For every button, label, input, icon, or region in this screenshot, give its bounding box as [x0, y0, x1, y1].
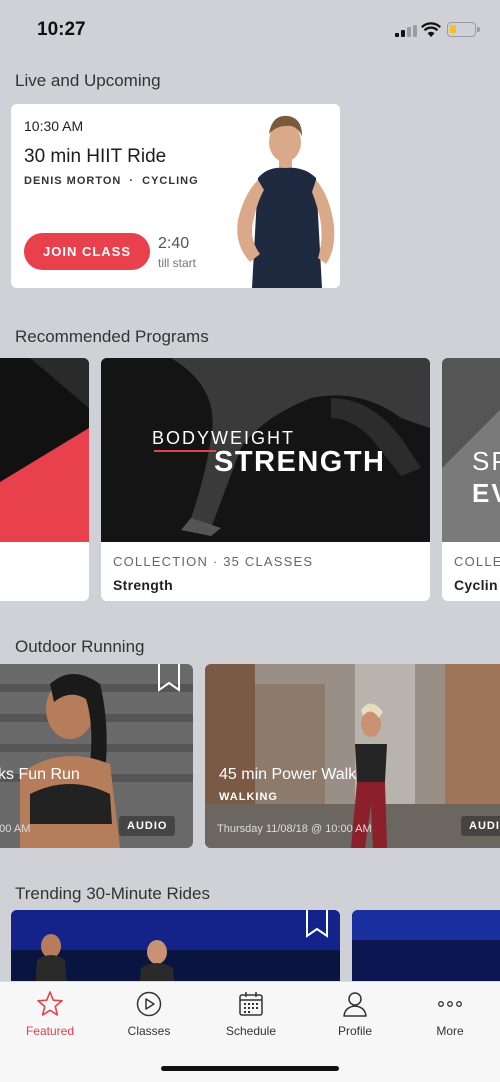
tab-label: Schedule [225, 1024, 277, 1038]
person-icon [343, 992, 367, 1017]
tab-label: Featured [25, 1024, 75, 1038]
tab-label: Profile [337, 1024, 372, 1038]
running-card[interactable]: cks Fun Run 0:00 AM AUDIO [0, 664, 193, 848]
join-class-button[interactable]: JOIN CLASS [24, 233, 150, 270]
running-card-power-walk[interactable]: 45 min Power Walk WALKING Thursday 11/08… [205, 664, 500, 848]
status-time: 10:27 [37, 19, 86, 40]
home-indicator [161, 1066, 339, 1071]
tab-label: More [436, 1024, 464, 1038]
class-discipline: CYCLING [142, 175, 199, 187]
trending-card[interactable] [352, 910, 500, 990]
wifi-icon [421, 22, 441, 37]
live-class-time: 10:30 AM [24, 118, 84, 134]
running-class-type: WALKING [219, 791, 278, 803]
program-card[interactable] [0, 358, 89, 601]
section-title-programs: Recommended Programs [15, 327, 209, 346]
audio-badge: AUDI [461, 816, 500, 836]
program-image [0, 358, 89, 542]
section-title-trending: Trending 30-Minute Rides [15, 884, 210, 903]
countdown-time: 2:40 [158, 235, 190, 252]
tab-profile[interactable]: Profile [315, 990, 395, 1042]
section-title-running: Outdoor Running [15, 637, 145, 656]
running-class-title: 45 min Power Walk [219, 766, 357, 783]
program-name: Cyclin [454, 577, 498, 593]
running-class-title: cks Fun Run [0, 766, 80, 783]
play-circle-icon [136, 991, 162, 1017]
tab-featured[interactable]: Featured [10, 990, 90, 1042]
cellular-signal-icon [395, 25, 417, 37]
trending-card[interactable] [11, 910, 340, 990]
program-card[interactable]: SP EV COLLE Cyclin [442, 358, 500, 601]
meta-separator: · [129, 175, 135, 187]
instructor-photo [216, 104, 340, 288]
live-class-title: 30 min HIIT Ride [24, 146, 167, 167]
tab-label: Classes [127, 1024, 171, 1038]
tab-classes[interactable]: Classes [109, 990, 189, 1042]
more-dots-icon [438, 1001, 462, 1007]
running-class-date: Thursday 11/08/18 @ 10:00 AM [217, 823, 372, 835]
tab-more[interactable]: More [410, 990, 490, 1042]
battery-icon [447, 22, 480, 37]
star-icon [37, 991, 63, 1016]
countdown-label: till start [158, 256, 197, 270]
program-overlay-title: STRENGTH [214, 446, 386, 478]
trending-image [352, 910, 500, 990]
status-bar: 10:27 [0, 0, 500, 58]
program-name: Strength [113, 577, 173, 593]
live-class-meta: DENIS MORTON · CYCLING [24, 175, 199, 187]
program-overlay-title: EV [472, 478, 500, 508]
bookmark-icon[interactable] [158, 664, 180, 692]
program-image: SP EV [442, 358, 500, 542]
live-class-card[interactable]: 10:30 AM 30 min HIIT Ride DENIS MORTON ·… [11, 104, 340, 288]
section-title-live: Live and Upcoming [15, 71, 161, 90]
program-image: BODYWEIGHT STRENGTH [101, 358, 430, 542]
calendar-icon [239, 992, 263, 1016]
program-meta: COLLECTION · 35 CLASSES [113, 554, 314, 569]
instructor-name: DENIS MORTON [24, 175, 122, 187]
bookmark-icon[interactable] [306, 910, 328, 938]
overlay-accent-line [154, 450, 216, 452]
running-image [205, 664, 500, 848]
program-overlay-subtitle: SP [472, 446, 500, 476]
trending-image [11, 910, 340, 990]
program-meta: COLLE [454, 554, 500, 569]
tab-schedule[interactable]: Schedule [211, 990, 291, 1042]
running-class-date: 0:00 AM [0, 823, 31, 835]
audio-badge: AUDIO [119, 816, 176, 836]
program-card-strength[interactable]: BODYWEIGHT STRENGTH COLLECTION · 35 CLAS… [101, 358, 430, 601]
